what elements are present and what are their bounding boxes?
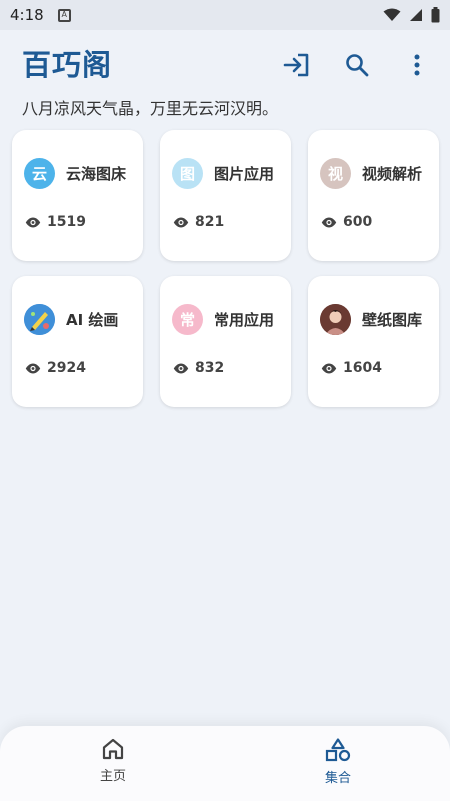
card-avatar: 图 (172, 158, 203, 189)
bottom-nav: 主页 集合 (0, 726, 450, 801)
more-button[interactable] (394, 42, 440, 88)
card-common-apps[interactable]: 常 常用应用 832 (160, 276, 291, 407)
card-header: 云 云海图床 (24, 158, 126, 189)
signal-icon (410, 9, 422, 21)
card-title: 云海图床 (66, 165, 127, 183)
view-count: 2924 (47, 360, 86, 376)
eye-icon (173, 363, 189, 373)
eye-icon (25, 217, 41, 227)
card-title: 常用应用 (214, 311, 275, 329)
battery-icon (431, 7, 440, 23)
subtitle: 八月凉风天气晶，万里无云河汉明。 (22, 99, 279, 118)
nav-label-home: 主页 (99, 769, 126, 784)
home-icon (102, 738, 124, 760)
card-title: 壁纸图库 (362, 311, 423, 329)
login-button[interactable] (274, 42, 320, 88)
card-title: AI 绘画 (66, 311, 119, 329)
view-count: 600 (343, 214, 373, 230)
search-icon (346, 54, 369, 77)
view-count: 832 (195, 360, 225, 376)
status-time: 4:18 (10, 6, 44, 24)
status-indicators (383, 7, 440, 23)
wifi-icon (383, 8, 401, 21)
card-header: 视 视频解析 (320, 158, 422, 189)
view-count: 1604 (343, 360, 382, 376)
card-views: 1604 (321, 360, 382, 376)
card-avatar: 视 (320, 158, 351, 189)
app-title: 百巧阁 (22, 48, 113, 82)
card-wallpaper-gallery[interactable]: 壁纸图库 1604 (308, 276, 439, 407)
card-title: 视频解析 (362, 165, 423, 183)
card-header: 常 常用应用 (172, 304, 274, 335)
card-header: 壁纸图库 (320, 304, 422, 335)
nav-item-home[interactable]: 主页 (73, 738, 153, 784)
nav-item-collection[interactable]: 集合 (298, 738, 378, 786)
card-views: 600 (321, 214, 372, 230)
status-bar: 4:18 A (0, 0, 450, 30)
card-header: AI 绘画 (24, 304, 118, 335)
app-actions (274, 42, 440, 88)
card-ai-drawing[interactable]: AI 绘画 2924 (12, 276, 143, 407)
card-title: 图片应用 (214, 165, 275, 183)
eye-icon (173, 217, 189, 227)
ai-drawing-icon (24, 304, 55, 335)
card-video-parse[interactable]: 视 视频解析 600 (308, 130, 439, 261)
more-vert-icon (414, 54, 420, 76)
eye-icon (321, 363, 337, 373)
notification-icon: A (57, 8, 71, 22)
app-bar: 百巧阁 (0, 38, 450, 88)
search-button[interactable] (334, 42, 380, 88)
login-icon (283, 53, 309, 77)
card-views: 821 (173, 214, 224, 230)
card-views: 2924 (25, 360, 86, 376)
card-avatar: 常 (172, 304, 203, 335)
wallpaper-thumbnail (320, 304, 351, 335)
eye-icon (321, 217, 337, 227)
view-count: 1519 (47, 214, 86, 230)
view-count: 821 (195, 214, 225, 230)
card-views: 832 (173, 360, 224, 376)
card-views: 1519 (25, 214, 86, 230)
card-avatar: 云 (24, 158, 55, 189)
shapes-icon (325, 738, 351, 762)
card-cloud-image-host[interactable]: 云 云海图床 1519 (12, 130, 143, 261)
collection-grid: 云 云海图床 1519 图 图片应用 821 视 视频解析 600 AI 绘画 … (12, 130, 439, 407)
card-image-apps[interactable]: 图 图片应用 821 (160, 130, 291, 261)
nav-label-collection: 集合 (324, 771, 351, 786)
card-header: 图 图片应用 (172, 158, 274, 189)
eye-icon (25, 363, 41, 373)
